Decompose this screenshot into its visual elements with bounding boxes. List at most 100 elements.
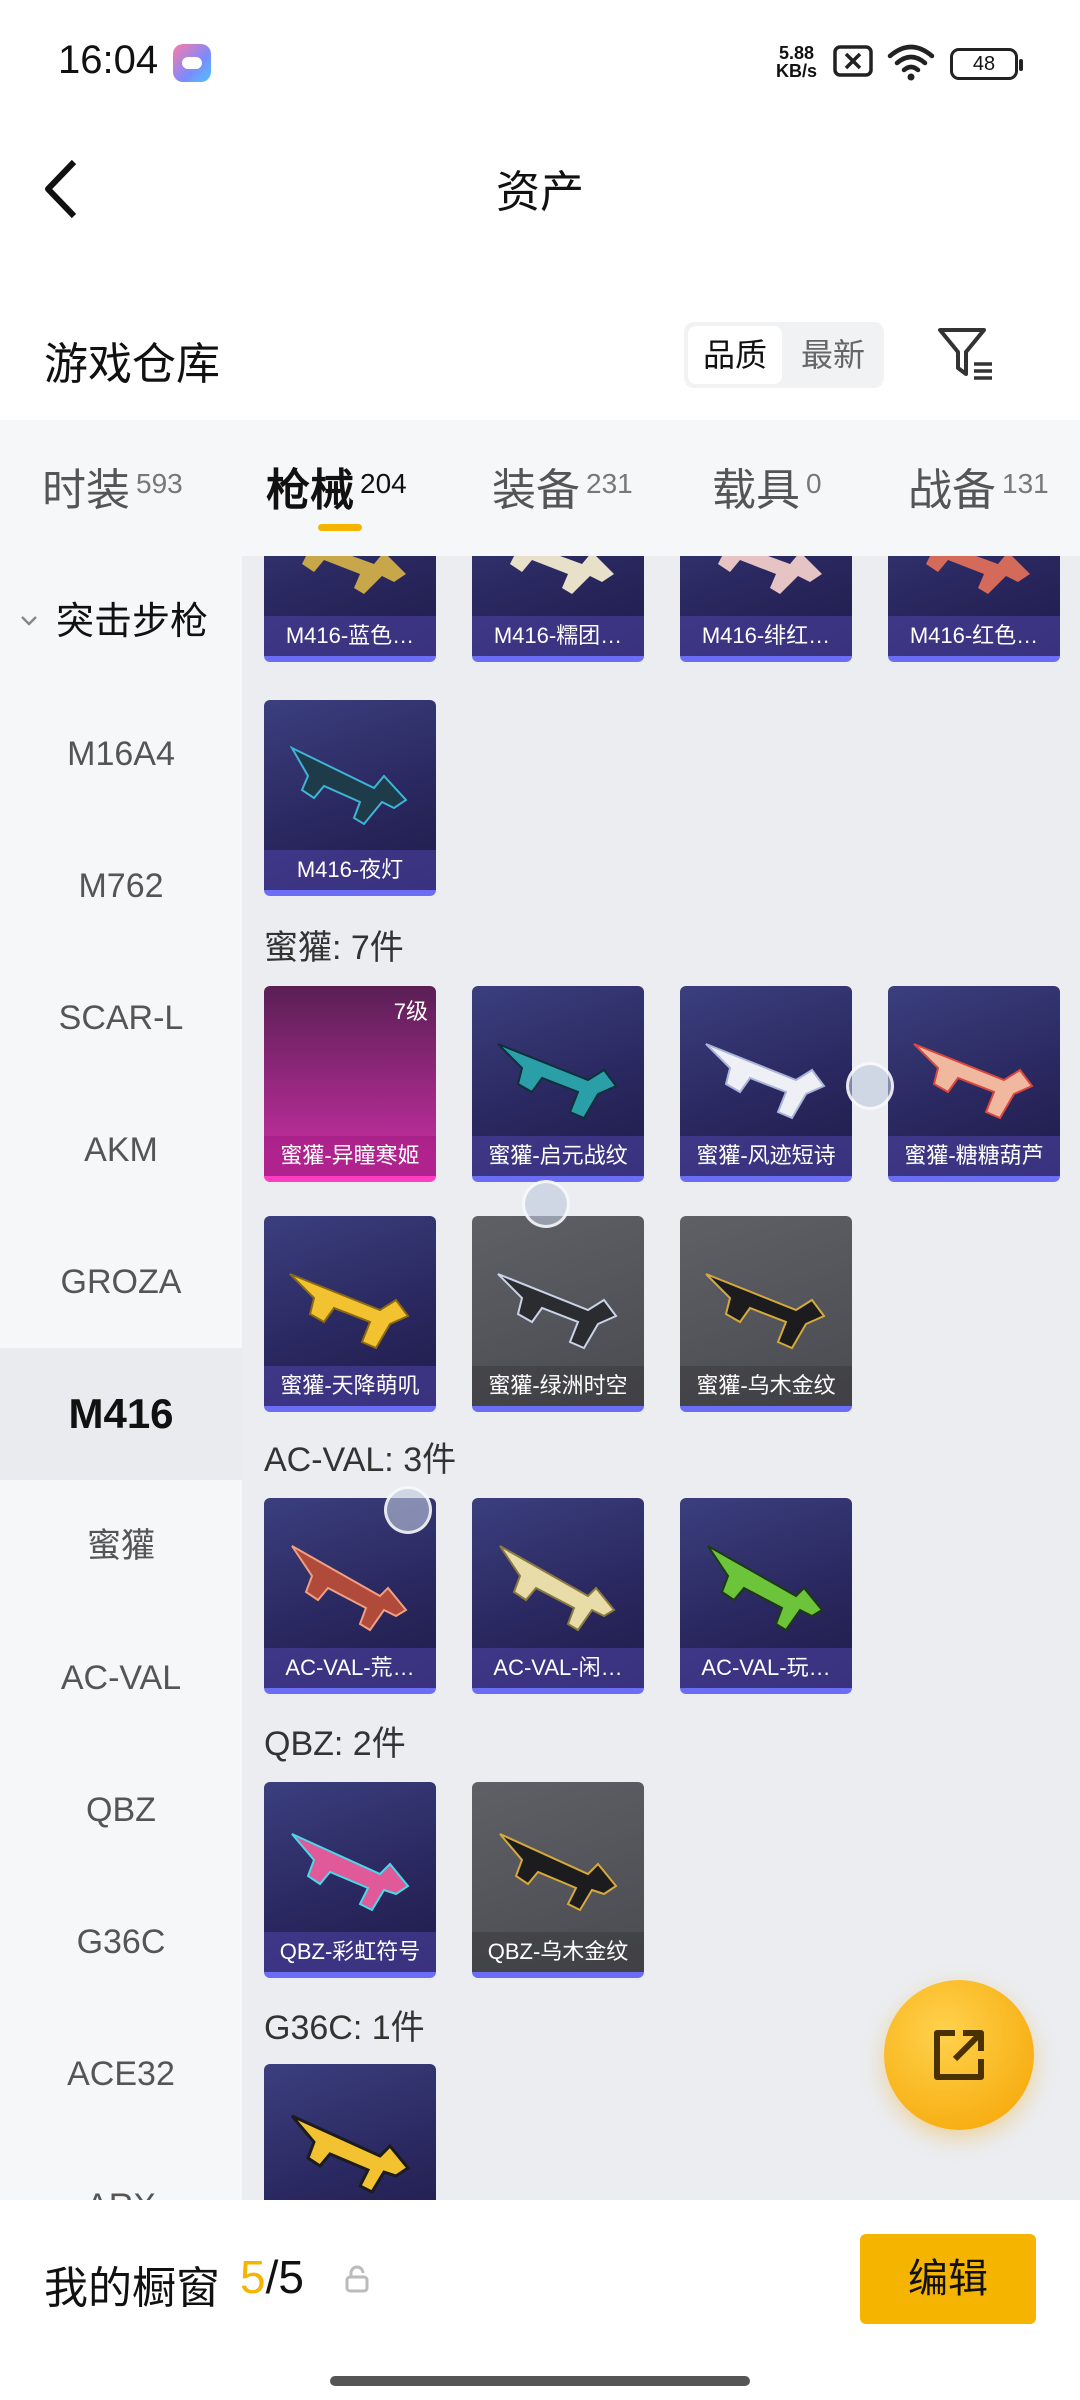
sidebar-item-akm[interactable]: AKM xyxy=(0,1084,242,1216)
weapon-skin-card[interactable]: 蜜獾-天降萌叽 xyxy=(264,1216,436,1412)
tab-count: 593 xyxy=(136,468,183,499)
weapon-skin-card[interactable]: 蜜獾-糖糖葫芦 xyxy=(888,986,1060,1182)
sim-off-icon xyxy=(833,45,873,77)
skin-name: 蜜獾-启元战纹 xyxy=(472,1136,644,1176)
skin-name: M416-绯红… xyxy=(680,616,852,656)
weapon-skin-card[interactable]: 蜜獾-风迹短诗 xyxy=(680,986,852,1182)
smg-icon xyxy=(705,1273,826,1350)
smg-icon xyxy=(497,1043,618,1120)
rifle-icon xyxy=(926,556,1030,594)
sidebar-group-label: 突击步枪 xyxy=(56,601,209,643)
status-time: 16:04 xyxy=(58,38,159,82)
smg-icon xyxy=(289,1273,410,1350)
tab-count: 0 xyxy=(806,468,822,499)
skin-name: 蜜獾-风迹短诗 xyxy=(680,1136,852,1176)
rifle-icon xyxy=(510,556,614,594)
skin-name: M416-蓝色… xyxy=(264,616,436,656)
sort-quality-button[interactable]: 品质 xyxy=(688,326,782,384)
app-header: 资产 xyxy=(0,126,1080,256)
sidebar-item-qbz[interactable]: QBZ xyxy=(0,1744,242,1876)
weapon-skin-card[interactable]: QBZ-乌木金纹 xyxy=(472,1782,644,1978)
showcase-bar: 我的橱窗 5/5 编辑 xyxy=(0,2200,1080,2400)
weapon-skin-card[interactable] xyxy=(264,2064,436,2200)
skin-name: M416-夜灯 xyxy=(264,850,436,890)
weapon-skin-card[interactable]: M416-红色… xyxy=(888,556,1060,662)
skin-name: 蜜獾-天降萌叽 xyxy=(264,1366,436,1406)
tab-label: 时装 xyxy=(42,466,130,515)
tab-vehicles[interactable]: 载具 0 xyxy=(712,454,822,515)
game-app-icon xyxy=(173,44,211,82)
weapon-skin-card[interactable]: M416-糯团… xyxy=(472,556,644,662)
tab-label: 战备 xyxy=(908,466,996,515)
rifle-icon xyxy=(499,1833,618,1912)
wifi-icon xyxy=(887,44,935,81)
sidebar-item-honey-badger[interactable]: 蜜獾 xyxy=(0,1480,242,1612)
skin-name: QBZ-乌木金纹 xyxy=(472,1932,644,1972)
sidebar-item-m416[interactable]: M416 xyxy=(0,1348,242,1480)
sidebar-group-assault-rifles[interactable]: 突击步枪 xyxy=(0,556,242,688)
section-title-qbz: QBZ: 2件 xyxy=(264,1725,406,1763)
sort-newest-button[interactable]: 最新 xyxy=(786,326,880,384)
weapon-skin-card[interactable]: M416-夜灯 xyxy=(264,700,436,896)
skin-name: AC-VAL-玩… xyxy=(680,1648,852,1688)
tab-count: 131 xyxy=(1002,468,1049,499)
tab-fashion[interactable]: 时装 593 xyxy=(42,454,183,515)
tab-count: 231 xyxy=(586,468,633,499)
skin-level-badge: 7级 xyxy=(393,999,428,1024)
category-tabs: 时装 593 枪械 204 装备 231 载具 0 战备 131 xyxy=(0,420,1080,556)
share-icon xyxy=(934,2030,984,2080)
weapon-skin-card[interactable]: M416-绯红… xyxy=(680,556,852,662)
weapon-skin-card[interactable]: AC-VAL-玩… xyxy=(680,1498,852,1694)
tab-label: 枪械 xyxy=(266,466,354,515)
skin-name: 蜜獾-绿洲时空 xyxy=(472,1366,644,1406)
skin-name: AC-VAL-闲… xyxy=(472,1648,644,1688)
skin-name: 蜜獾-糖糖葫芦 xyxy=(888,1136,1060,1176)
sidebar-item-arx[interactable]: ARX xyxy=(0,2140,242,2200)
page-title: 资产 xyxy=(496,168,584,217)
share-button[interactable] xyxy=(884,1980,1034,2130)
tab-count: 204 xyxy=(360,468,407,499)
home-indicator[interactable] xyxy=(330,2376,750,2386)
skin-name: 蜜獾-异瞳寒姬 xyxy=(264,1136,436,1176)
weapon-type-sidebar: 突击步枪 M16A4 M762 SCAR-L AKM GROZA M416 蜜獾… xyxy=(0,556,242,2200)
chevron-down-icon xyxy=(21,616,37,626)
sidebar-item-groza[interactable]: GROZA xyxy=(0,1216,242,1348)
skin-name: AC-VAL-荒… xyxy=(264,1648,436,1688)
section-title-g36c: G36C: 1件 xyxy=(264,2009,425,2047)
showcase-current: 5 xyxy=(240,2251,266,2303)
sidebar-item-m16a4[interactable]: M16A4 xyxy=(0,688,242,820)
sort-toggle: 品质 最新 xyxy=(684,322,884,388)
sidebar-item-ac-val[interactable]: AC-VAL xyxy=(0,1612,242,1744)
weapon-skin-card[interactable]: 蜜獾-启元战纹 xyxy=(472,986,644,1182)
tab-equipment[interactable]: 装备 231 xyxy=(492,454,633,515)
showcase-label: 我的橱窗 xyxy=(44,2264,220,2313)
sidebar-item-ace32[interactable]: ACE32 xyxy=(0,2008,242,2140)
tab-supplies[interactable]: 战备 131 xyxy=(908,454,1049,515)
skin-name: M416-糯团… xyxy=(472,616,644,656)
sidebar-item-g36c[interactable]: G36C xyxy=(0,1876,242,2008)
weapon-skin-card[interactable]: AC-VAL-闲… xyxy=(472,1498,644,1694)
touch-indicator xyxy=(846,1062,894,1110)
skin-name: M416-红色… xyxy=(888,616,1060,656)
sidebar-item-m762[interactable]: M762 xyxy=(0,820,242,952)
weapon-skin-card[interactable]: 蜜獾-乌木金纹 xyxy=(680,1216,852,1412)
rifle-icon xyxy=(291,1833,410,1912)
touch-indicator xyxy=(384,1486,432,1534)
smg-icon xyxy=(497,1273,618,1350)
rifle-icon xyxy=(289,745,408,826)
showcase-total: /5 xyxy=(265,2251,304,2303)
weapon-skin-grid: M416-蓝色… M416-糯团… M416-绯红… M416-红色… M416… xyxy=(242,556,1080,2200)
rifle-icon xyxy=(499,1545,616,1632)
weapon-skin-card[interactable]: 7级 蜜獾-异瞳寒姬 xyxy=(264,986,436,1182)
smg-icon xyxy=(705,1043,826,1120)
tab-label: 载具 xyxy=(712,466,800,515)
sidebar-item-scar-l[interactable]: SCAR-L xyxy=(0,952,242,1084)
weapon-skin-card[interactable]: QBZ-彩虹符号 xyxy=(264,1782,436,1978)
filter-icon[interactable] xyxy=(936,324,996,384)
warehouse-title: 游戏仓库 xyxy=(44,340,220,389)
edit-button[interactable]: 编辑 xyxy=(860,2234,1036,2324)
warehouse-header: 游戏仓库 品质 最新 xyxy=(0,300,1080,410)
tab-firearms[interactable]: 枪械 204 xyxy=(266,454,407,515)
weapon-skin-card[interactable]: M416-蓝色… xyxy=(264,556,436,662)
weapon-skin-card[interactable]: 蜜獾-绿洲时空 xyxy=(472,1216,644,1412)
